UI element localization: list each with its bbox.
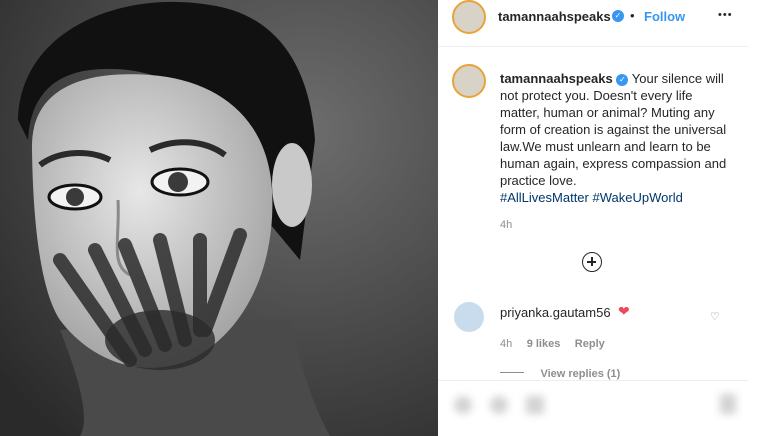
follow-button[interactable]: Follow <box>644 9 685 24</box>
header-username[interactable]: tamannaahspeaks <box>498 9 611 24</box>
more-options-icon[interactable]: ••• <box>718 9 733 21</box>
bookmark-icon[interactable] <box>720 394 736 414</box>
caption-text: Your silence will not protect you. Doesn… <box>500 71 727 188</box>
caption: tamannaahspeaks ✓ Your silence will not … <box>500 70 730 206</box>
portrait-image <box>0 0 438 436</box>
view-replies-label[interactable]: View replies (1) <box>540 368 620 380</box>
header-divider <box>438 46 748 47</box>
heart-icon[interactable] <box>454 396 472 414</box>
comment-icon[interactable] <box>490 396 508 414</box>
header-dot: • <box>630 8 635 23</box>
hashtag-alllivesmatter[interactable]: #AllLivesMatter <box>500 190 589 205</box>
caption-avatar[interactable] <box>452 64 486 98</box>
reply-button[interactable]: Reply <box>575 338 605 350</box>
caption-time[interactable]: 4h <box>500 219 512 231</box>
plus-circle-icon[interactable] <box>582 252 602 272</box>
action-bar <box>454 390 754 430</box>
comment-likes[interactable]: 9 likes <box>527 338 561 350</box>
verified-badge-icon: ✓ <box>616 73 629 86</box>
share-icon[interactable] <box>526 396 544 414</box>
post-side-panel: tamannaahspeaks ✓ • Follow ••• tamannaah… <box>438 0 784 436</box>
comment-meta: 4h 9 likes Reply <box>500 334 605 352</box>
verified-badge-icon: ✓ <box>612 10 624 22</box>
post-photo[interactable] <box>0 0 438 436</box>
heart-outline-icon[interactable]: ♡ <box>710 310 720 323</box>
hashtag-wakeupworld[interactable]: #WakeUpWorld <box>593 190 683 205</box>
comment-avatar[interactable] <box>454 302 484 332</box>
comment-username[interactable]: priyanka.gautam56 <box>500 305 611 320</box>
replies-line <box>500 372 524 374</box>
post-header: tamannaahspeaks ✓ • Follow ••• <box>438 0 784 34</box>
actions-divider <box>438 380 748 381</box>
comment-time[interactable]: 4h <box>500 338 512 350</box>
red-heart-emoji: ❤ <box>618 303 630 319</box>
caption-username[interactable]: tamannaahspeaks <box>500 71 613 86</box>
avatar[interactable] <box>452 0 486 34</box>
